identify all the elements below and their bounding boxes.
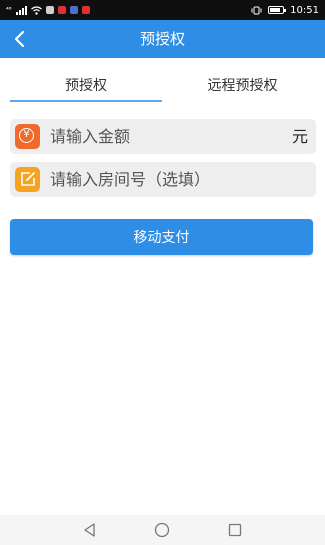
room-number-input[interactable] (50, 162, 310, 197)
app-bar: 预授权 (0, 20, 325, 58)
tab-remote-preauth[interactable]: 远程预授权 (170, 72, 315, 100)
system-nav-bar (0, 515, 325, 545)
status-time: 10:51 (290, 4, 319, 16)
edit-icon (15, 167, 40, 192)
status-right: 10:51 (251, 3, 319, 17)
notification-app-icon (57, 6, 66, 14)
vibrate-icon (251, 6, 262, 14)
status-bar: ⁴⁶ 10:51 (0, 0, 325, 20)
status-left: ⁴⁶ (6, 3, 90, 17)
currency-unit-label: 元 (291, 127, 308, 146)
chevron-left-icon[interactable] (10, 29, 30, 49)
room-number-field (10, 162, 316, 197)
recents-square-icon[interactable] (227, 522, 243, 538)
yen-symbol: ¥ (19, 128, 34, 143)
notification-app-icon (45, 6, 54, 14)
home-circle-icon[interactable] (154, 522, 170, 538)
network-type-label: ⁴⁶ (6, 6, 12, 14)
amount-input[interactable] (50, 119, 280, 154)
amount-field: ¥ 元 (10, 119, 316, 154)
tab-preauth[interactable]: 预授权 (10, 72, 162, 102)
notification-app-icon (69, 6, 78, 14)
notification-app-icon (81, 6, 90, 14)
tab-bar: 预授权 远程预授权 (0, 72, 325, 102)
battery-icon (268, 6, 287, 14)
back-triangle-icon[interactable] (82, 522, 98, 538)
edit-icon-glyph (21, 172, 35, 186)
mobile-pay-button[interactable]: 移动支付 (10, 219, 313, 255)
page-title: 预授权 (139, 30, 185, 48)
wifi-icon (30, 5, 42, 15)
yen-icon: ¥ (15, 124, 40, 149)
signal-icon (15, 5, 27, 15)
